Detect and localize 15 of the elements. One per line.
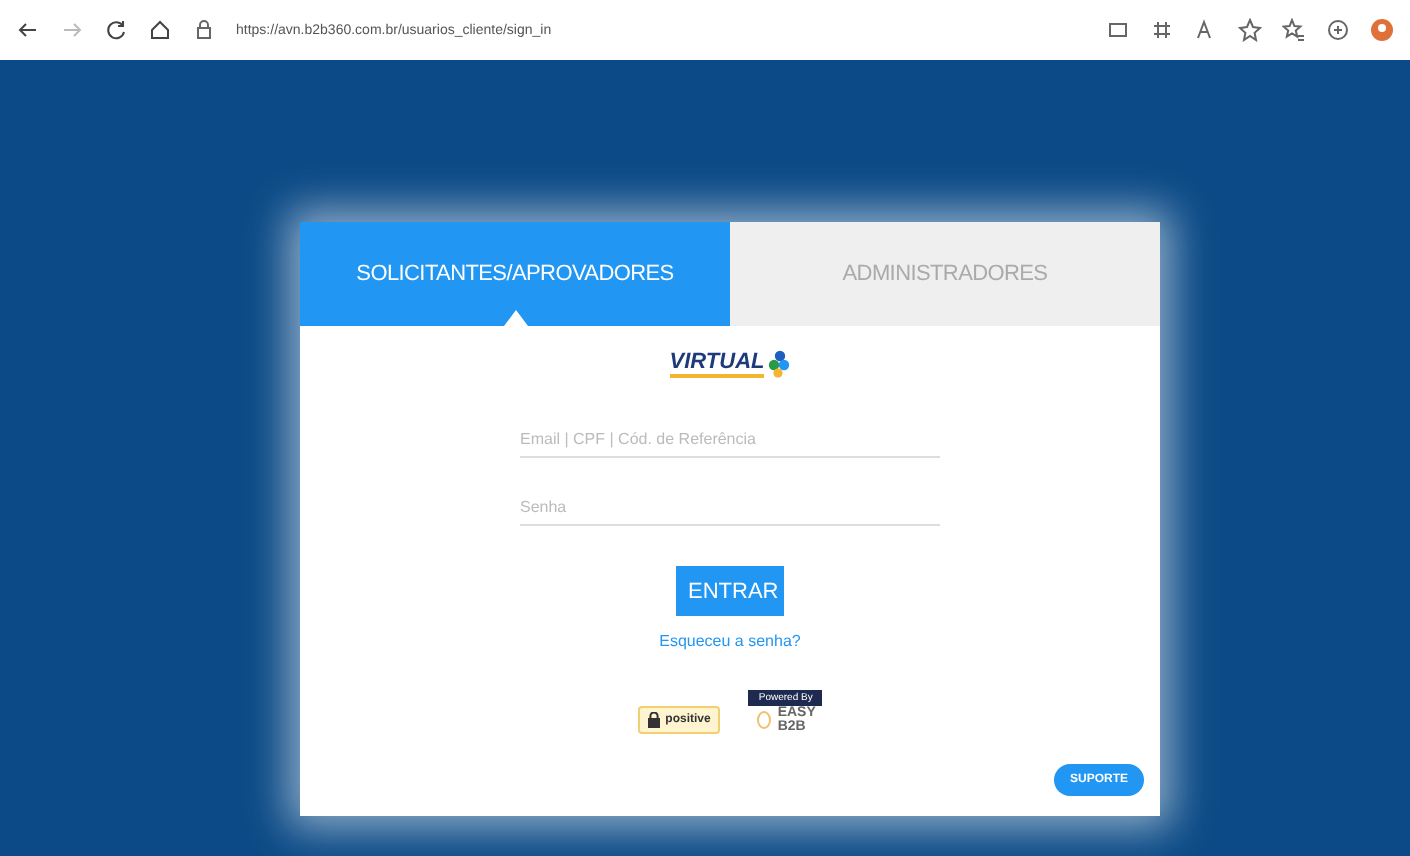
home-icon[interactable] xyxy=(148,18,172,42)
lock-icon[interactable] xyxy=(192,18,216,42)
profile-icon[interactable] xyxy=(1370,18,1394,42)
window-icon[interactable] xyxy=(1106,18,1130,42)
logo: VIRTUAL xyxy=(669,350,791,378)
back-icon[interactable] xyxy=(16,18,40,42)
collections-icon[interactable] xyxy=(1326,18,1350,42)
refresh-icon[interactable] xyxy=(104,18,128,42)
tab[interactable]: SOLICITANTES/APROVADORES xyxy=(300,222,730,326)
grid-icon[interactable] xyxy=(1150,18,1174,42)
tab[interactable]: ADMINISTRADORES xyxy=(730,222,1160,326)
forgot-password-link[interactable]: Esqueceu a senha? xyxy=(659,632,801,650)
login-button[interactable]: ENTRAR xyxy=(676,566,784,616)
star-icon[interactable] xyxy=(1238,18,1262,42)
favorites-icon[interactable] xyxy=(1282,18,1306,42)
